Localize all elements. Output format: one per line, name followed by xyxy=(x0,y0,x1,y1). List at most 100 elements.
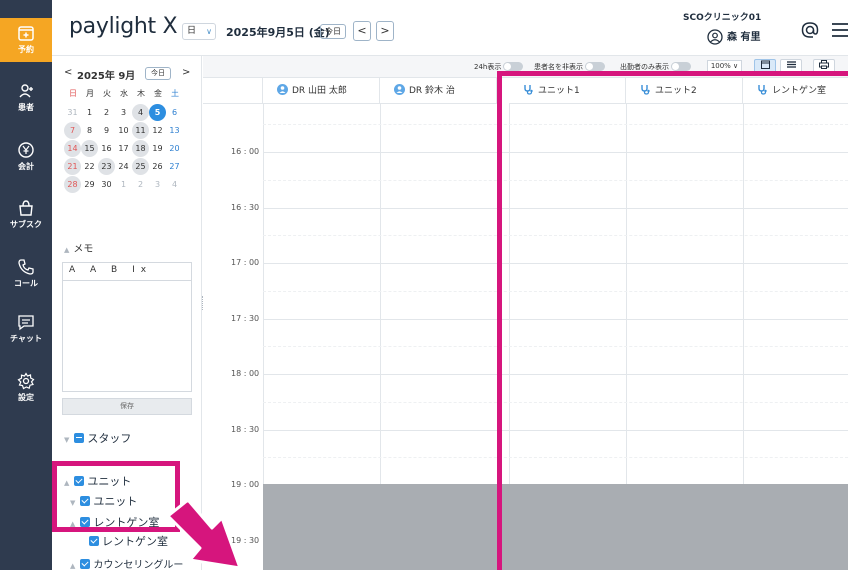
collapse-icon: ▲ xyxy=(70,562,76,570)
column-header-unit-2[interactable]: ユニット2 xyxy=(626,78,743,104)
calendar-day[interactable]: 2 xyxy=(98,104,115,121)
time-slot-subline xyxy=(263,179,848,181)
nav-chat[interactable]: チャット xyxy=(0,313,52,344)
calendar-day[interactable]: 31 xyxy=(64,104,81,121)
calendar-day[interactable]: 22 xyxy=(81,158,98,175)
toggle-24h[interactable]: 24h表示 xyxy=(474,62,524,72)
toggle-switch[interactable] xyxy=(585,62,605,71)
chat-icon xyxy=(18,315,34,331)
print-button[interactable] xyxy=(813,59,835,74)
expand-icon: ▼ xyxy=(70,499,76,507)
calendar-day[interactable]: 20 xyxy=(166,140,183,157)
prev-day-button[interactable]: < xyxy=(353,21,371,41)
calendar-day[interactable]: 9 xyxy=(98,122,115,139)
calendar-today-button[interactable]: 今日 xyxy=(145,67,171,80)
weekday-label: 土 xyxy=(171,89,179,98)
calendar-day[interactable]: 8 xyxy=(81,122,98,139)
calendar-day[interactable]: 1 xyxy=(81,104,98,121)
expand-icon: ▼ xyxy=(64,436,70,444)
calendar-day[interactable]: 6 xyxy=(166,104,183,121)
stethoscope-icon xyxy=(758,85,767,95)
memo-save-button[interactable]: 保存 xyxy=(62,398,192,415)
column-header-dr-yamada[interactable]: DR 山田 太郎 xyxy=(263,78,380,104)
calendar-day[interactable]: 4 xyxy=(132,104,149,121)
calendar-day[interactable]: 3 xyxy=(149,176,166,193)
column-label: ユニット1 xyxy=(538,86,580,96)
calendar-day[interactable]: 5 xyxy=(149,104,166,121)
xray-checkbox[interactable] xyxy=(89,536,99,546)
calendar-day[interactable]: 14 xyxy=(64,140,81,157)
toggle-switch[interactable] xyxy=(671,62,691,71)
calendar-day[interactable]: 10 xyxy=(115,122,132,139)
calendar-day[interactable]: 13 xyxy=(166,122,183,139)
hamburger-menu-icon[interactable] xyxy=(832,23,848,37)
tree-xray[interactable]: レントゲン室 xyxy=(89,533,168,549)
calendar-day[interactable]: 26 xyxy=(149,158,166,175)
toggle-switch[interactable] xyxy=(503,62,524,71)
nav-subscription[interactable]: サブスク xyxy=(0,199,52,230)
collapse-icon: ▲ xyxy=(64,479,70,487)
staff-checkbox[interactable] xyxy=(74,433,85,443)
column-header-unit-1[interactable]: ユニット1 xyxy=(509,78,626,104)
calendar-prev-button[interactable]: < xyxy=(64,67,72,78)
memo-section-header[interactable]: ▲ メモ xyxy=(64,240,93,255)
nav-reservation[interactable]: 予約 xyxy=(0,18,52,62)
time-label: 16 : 00 xyxy=(231,147,260,156)
weekday-label: 日 xyxy=(69,89,77,98)
toggle-attending-only[interactable]: 出勤者のみ表示 xyxy=(620,62,691,72)
calendar-day[interactable]: 7 xyxy=(64,122,81,139)
calendar-day[interactable]: 17 xyxy=(115,140,132,157)
mention-icon[interactable] xyxy=(800,20,820,40)
calendar-day[interactable]: 30 xyxy=(98,176,115,193)
calendar-day[interactable]: 3 xyxy=(115,104,132,121)
calendar-day[interactable]: 21 xyxy=(64,158,81,175)
main-nav: 予約 患者 会計 サブスク コール チャット 設定 xyxy=(0,0,52,570)
view-select[interactable]: 日 ∨ xyxy=(182,23,216,40)
calendar-day[interactable]: 23 xyxy=(98,158,115,175)
next-day-button[interactable]: > xyxy=(376,21,394,41)
tree-staff[interactable]: ▼ スタッフ xyxy=(64,430,131,446)
tree-xray-group[interactable]: ▲ レントゲン室 xyxy=(70,514,159,530)
calendar-day[interactable]: 12 xyxy=(149,122,166,139)
nav-call[interactable]: コール xyxy=(0,258,52,289)
calendar-day[interactable]: 19 xyxy=(149,140,166,157)
calendar-day[interactable]: 11 xyxy=(132,122,149,139)
list-view-button[interactable] xyxy=(780,59,802,74)
calendar-view-button[interactable] xyxy=(754,59,776,74)
time-slot-line xyxy=(263,152,848,153)
unit-group-checkbox[interactable] xyxy=(74,476,85,486)
calendar-day[interactable]: 2 xyxy=(132,176,149,193)
column-label: DR 山田 太郎 xyxy=(292,86,347,96)
closed-time-block xyxy=(263,484,848,570)
column-header-dr-suzuki[interactable]: DR 鈴木 治 xyxy=(380,78,497,104)
memo-editor[interactable]: A A B Ix xyxy=(62,262,192,392)
user-menu[interactable]: 森 有里 xyxy=(707,28,760,45)
stethoscope-icon xyxy=(641,85,650,95)
nav-patients[interactable]: 患者 xyxy=(0,82,52,113)
today-button[interactable]: 今日 xyxy=(320,24,346,39)
calendar-day[interactable]: 16 xyxy=(98,140,115,157)
calendar-day[interactable]: 29 xyxy=(81,176,98,193)
calendar-day[interactable]: 24 xyxy=(115,158,132,175)
nav-settings[interactable]: 設定 xyxy=(0,372,52,403)
calendar-day[interactable]: 15 xyxy=(81,140,98,157)
xray-group-checkbox[interactable] xyxy=(80,517,91,527)
calendar-day[interactable]: 1 xyxy=(115,176,132,193)
calendar-day[interactable]: 28 xyxy=(64,176,81,193)
zoom-select[interactable]: 100% ∨ xyxy=(707,60,742,73)
calendar-next-button[interactable]: > xyxy=(182,67,190,78)
tree-unit[interactable]: ▼ ユニット xyxy=(70,493,137,509)
calendar-day[interactable]: 27 xyxy=(166,158,183,175)
calendar-day[interactable]: 4 xyxy=(166,176,183,193)
tree-label: ユニット xyxy=(93,495,138,508)
nav-accounting[interactable]: 会計 xyxy=(0,141,52,172)
unit-checkbox[interactable] xyxy=(80,496,91,506)
column-header-xray[interactable]: レントゲン室 xyxy=(743,78,848,104)
time-slot-subline xyxy=(263,457,848,459)
calendar-day[interactable]: 25 xyxy=(132,158,149,175)
calendar-day[interactable]: 18 xyxy=(132,140,149,157)
toggle-hide-patient[interactable]: 患者名を非表示 xyxy=(534,62,605,72)
memo-toolbar[interactable]: A A B Ix xyxy=(63,263,191,281)
counseling-checkbox[interactable] xyxy=(80,559,91,569)
tree-unit-group[interactable]: ▲ ユニット xyxy=(64,473,131,489)
